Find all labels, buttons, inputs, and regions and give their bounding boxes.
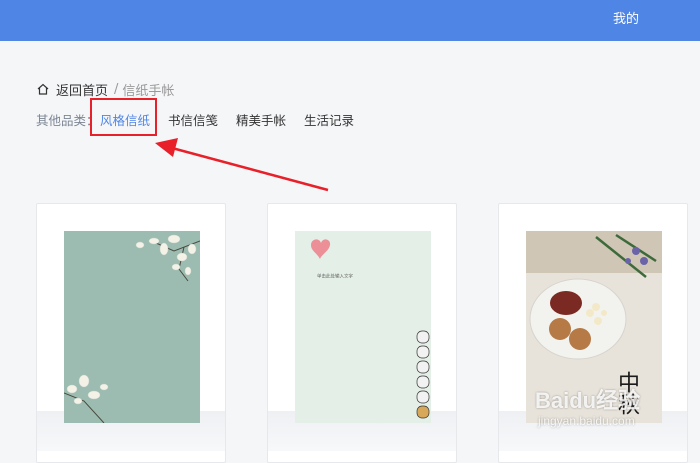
category-letter-stationery[interactable]: 书信信笺 <box>168 110 218 129</box>
breadcrumb-home-link[interactable]: 返回首页 <box>56 80 108 99</box>
annotation-highlight-box <box>90 98 157 136</box>
template-card-heart-cats[interactable]: 单击此处输入文字 <box>267 203 457 463</box>
template-thumbnail <box>64 231 200 423</box>
template-placeholder-text: 单击此处输入文字 <box>317 273 354 280</box>
watermark-logo: Baidu经验 <box>535 388 641 413</box>
home-icon[interactable] <box>36 82 50 96</box>
template-card-magnolia[interactable] <box>36 203 226 463</box>
breadcrumb-separator: / <box>114 81 119 97</box>
breadcrumb: 返回首页 / 信纸手帐 <box>36 79 174 99</box>
category-beautiful-journal[interactable]: 精美手帐 <box>236 110 286 129</box>
top-navigation-bar: 我的 <box>0 0 700 41</box>
template-thumbnail: 单击此处输入文字 <box>295 231 431 423</box>
watermark-url: jingyan.baidu.com <box>538 414 635 428</box>
breadcrumb-current: 信纸手帐 <box>122 83 175 99</box>
category-life-record[interactable]: 生活记录 <box>304 110 354 129</box>
my-account-link[interactable]: 我的 <box>613 8 639 27</box>
